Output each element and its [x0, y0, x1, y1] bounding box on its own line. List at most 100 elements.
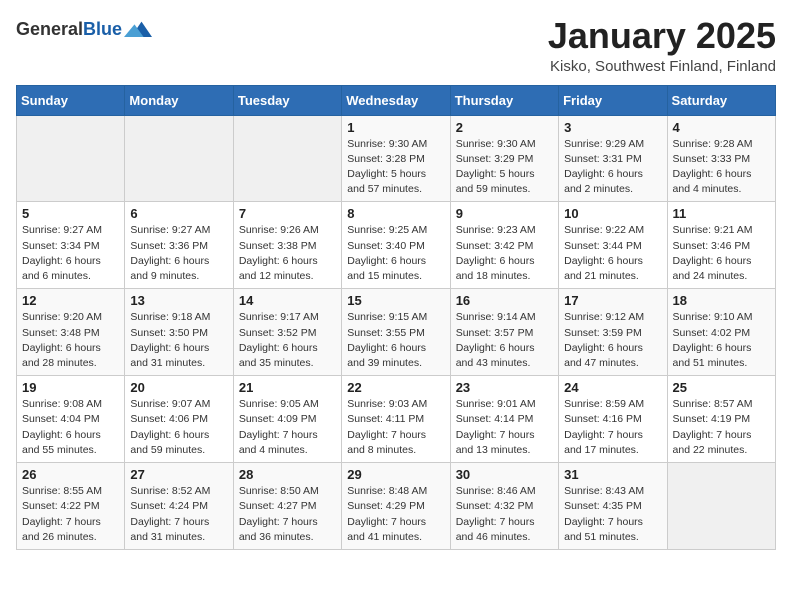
- day-number: 5: [22, 206, 119, 221]
- day-number: 30: [456, 467, 553, 482]
- weekday-header-tuesday: Tuesday: [233, 85, 341, 115]
- day-number: 24: [564, 380, 661, 395]
- day-number: 8: [347, 206, 444, 221]
- calendar-cell: 19Sunrise: 9:08 AM Sunset: 4:04 PM Dayli…: [17, 376, 125, 463]
- day-info: Sunrise: 8:46 AM Sunset: 4:32 PM Dayligh…: [456, 484, 553, 545]
- logo: GeneralBlue: [16, 16, 152, 44]
- day-number: 3: [564, 120, 661, 135]
- day-number: 26: [22, 467, 119, 482]
- calendar-cell: 25Sunrise: 8:57 AM Sunset: 4:19 PM Dayli…: [667, 376, 775, 463]
- header: GeneralBlue January 2025 Kisko, Southwes…: [16, 16, 776, 75]
- weekday-header-sunday: Sunday: [17, 85, 125, 115]
- day-info: Sunrise: 8:52 AM Sunset: 4:24 PM Dayligh…: [130, 484, 227, 545]
- calendar-week-4: 19Sunrise: 9:08 AM Sunset: 4:04 PM Dayli…: [17, 376, 776, 463]
- calendar-cell: 20Sunrise: 9:07 AM Sunset: 4:06 PM Dayli…: [125, 376, 233, 463]
- day-info: Sunrise: 9:25 AM Sunset: 3:40 PM Dayligh…: [347, 223, 444, 284]
- day-info: Sunrise: 9:15 AM Sunset: 3:55 PM Dayligh…: [347, 310, 444, 371]
- day-number: 4: [673, 120, 770, 135]
- day-info: Sunrise: 9:14 AM Sunset: 3:57 PM Dayligh…: [456, 310, 553, 371]
- calendar-cell: 16 Sunrise: 9:14 AM Sunset: 3:57 PM Dayli…: [450, 289, 558, 376]
- day-number: 31: [564, 467, 661, 482]
- day-number: 18: [673, 293, 770, 308]
- day-info: Sunrise: 9:23 AM Sunset: 3:42 PM Dayligh…: [456, 223, 553, 284]
- day-info: Sunrise: 9:26 AM Sunset: 3:38 PM Dayligh…: [239, 223, 336, 284]
- calendar-cell: 11Sunrise: 9:21 AM Sunset: 3:46 PM Dayli…: [667, 202, 775, 289]
- calendar-header: SundayMondayTuesdayWednesdayThursdayFrid…: [17, 85, 776, 115]
- day-number: 29: [347, 467, 444, 482]
- day-info: Sunrise: 8:59 AM Sunset: 4:16 PM Dayligh…: [564, 397, 661, 458]
- calendar-cell: 9Sunrise: 9:23 AM Sunset: 3:42 PM Daylig…: [450, 202, 558, 289]
- day-info: Sunrise: 9:29 AM Sunset: 3:31 PM Dayligh…: [564, 137, 661, 198]
- day-number: 7: [239, 206, 336, 221]
- calendar-cell: 27 Sunrise: 8:52 AM Sunset: 4:24 PM Dayli…: [125, 463, 233, 550]
- day-info: Sunrise: 9:30 AM Sunset: 3:29 PM Dayligh…: [456, 137, 553, 198]
- calendar-cell: 30 Sunrise: 8:46 AM Sunset: 4:32 PM Dayli…: [450, 463, 558, 550]
- day-number: 27: [130, 467, 227, 482]
- title-block: January 2025 Kisko, Southwest Finland, F…: [548, 16, 776, 75]
- day-number: 13: [130, 293, 227, 308]
- day-number: 12: [22, 293, 119, 308]
- calendar-cell: [233, 115, 341, 202]
- day-number: 6: [130, 206, 227, 221]
- calendar-cell: 15 Sunrise: 9:15 AM Sunset: 3:55 PM Dayli…: [342, 289, 450, 376]
- calendar-cell: 26 Sunrise: 8:55 AM Sunset: 4:22 PM Dayli…: [17, 463, 125, 550]
- weekday-header-saturday: Saturday: [667, 85, 775, 115]
- calendar-cell: 22Sunrise: 9:03 AM Sunset: 4:11 PM Dayli…: [342, 376, 450, 463]
- day-info: Sunrise: 9:18 AM Sunset: 3:50 PM Dayligh…: [130, 310, 227, 371]
- day-info: Sunrise: 9:28 AM Sunset: 3:33 PM Dayligh…: [673, 137, 770, 198]
- day-number: 2: [456, 120, 553, 135]
- calendar-cell: 8 Sunrise: 9:25 AM Sunset: 3:40 PM Daylig…: [342, 202, 450, 289]
- day-info: Sunrise: 9:30 AM Sunset: 3:28 PM Dayligh…: [347, 137, 444, 198]
- calendar-cell: [17, 115, 125, 202]
- location-subtitle: Kisko, Southwest Finland, Finland: [548, 58, 776, 75]
- calendar-week-3: 12 Sunrise: 9:20 AM Sunset: 3:48 PM Dayli…: [17, 289, 776, 376]
- day-info: Sunrise: 9:05 AM Sunset: 4:09 PM Dayligh…: [239, 397, 336, 458]
- day-info: Sunrise: 8:55 AM Sunset: 4:22 PM Dayligh…: [22, 484, 119, 545]
- weekday-header-monday: Monday: [125, 85, 233, 115]
- day-info: Sunrise: 8:57 AM Sunset: 4:19 PM Dayligh…: [673, 397, 770, 458]
- day-number: 1: [347, 120, 444, 135]
- day-info: Sunrise: 8:50 AM Sunset: 4:27 PM Dayligh…: [239, 484, 336, 545]
- logo-blue-text: Blue: [83, 19, 122, 39]
- day-info: Sunrise: 9:17 AM Sunset: 3:52 PM Dayligh…: [239, 310, 336, 371]
- day-number: 11: [673, 206, 770, 221]
- calendar-cell: 5 Sunrise: 9:27 AM Sunset: 3:34 PM Daylig…: [17, 202, 125, 289]
- calendar-cell: 17 Sunrise: 9:12 AM Sunset: 3:59 PM Dayli…: [559, 289, 667, 376]
- calendar-cell: 24 Sunrise: 8:59 AM Sunset: 4:16 PM Dayli…: [559, 376, 667, 463]
- day-number: 15: [347, 293, 444, 308]
- day-info: Sunrise: 9:10 AM Sunset: 4:02 PM Dayligh…: [673, 310, 770, 371]
- weekday-header-friday: Friday: [559, 85, 667, 115]
- calendar-cell: 31Sunrise: 8:43 AM Sunset: 4:35 PM Dayli…: [559, 463, 667, 550]
- calendar-body: 1 Sunrise: 9:30 AM Sunset: 3:28 PM Daylig…: [17, 115, 776, 549]
- day-info: Sunrise: 9:27 AM Sunset: 3:34 PM Dayligh…: [22, 223, 119, 284]
- day-number: 17: [564, 293, 661, 308]
- day-info: Sunrise: 9:20 AM Sunset: 3:48 PM Dayligh…: [22, 310, 119, 371]
- day-number: 22: [347, 380, 444, 395]
- calendar-cell: 1 Sunrise: 9:30 AM Sunset: 3:28 PM Daylig…: [342, 115, 450, 202]
- calendar-week-2: 5 Sunrise: 9:27 AM Sunset: 3:34 PM Daylig…: [17, 202, 776, 289]
- calendar-cell: 21 Sunrise: 9:05 AM Sunset: 4:09 PM Dayli…: [233, 376, 341, 463]
- calendar-cell: 18 Sunrise: 9:10 AM Sunset: 4:02 PM Dayli…: [667, 289, 775, 376]
- calendar-cell: 29 Sunrise: 8:48 AM Sunset: 4:29 PM Dayli…: [342, 463, 450, 550]
- calendar-cell: 7 Sunrise: 9:26 AM Sunset: 3:38 PM Daylig…: [233, 202, 341, 289]
- logo-icon: [124, 16, 152, 44]
- weekday-header-wednesday: Wednesday: [342, 85, 450, 115]
- calendar-cell: 4 Sunrise: 9:28 AM Sunset: 3:33 PM Daylig…: [667, 115, 775, 202]
- day-info: Sunrise: 9:12 AM Sunset: 3:59 PM Dayligh…: [564, 310, 661, 371]
- day-number: 14: [239, 293, 336, 308]
- calendar-week-5: 26 Sunrise: 8:55 AM Sunset: 4:22 PM Dayli…: [17, 463, 776, 550]
- calendar-cell: 3 Sunrise: 9:29 AM Sunset: 3:31 PM Daylig…: [559, 115, 667, 202]
- day-info: Sunrise: 9:22 AM Sunset: 3:44 PM Dayligh…: [564, 223, 661, 284]
- weekday-header-thursday: Thursday: [450, 85, 558, 115]
- calendar-cell: 6Sunrise: 9:27 AM Sunset: 3:36 PM Daylig…: [125, 202, 233, 289]
- calendar-cell: 10Sunrise: 9:22 AM Sunset: 3:44 PM Dayli…: [559, 202, 667, 289]
- calendar-cell: 14 Sunrise: 9:17 AM Sunset: 3:52 PM Dayli…: [233, 289, 341, 376]
- day-number: 21: [239, 380, 336, 395]
- day-number: 16: [456, 293, 553, 308]
- logo-general-text: General: [16, 19, 83, 39]
- day-info: Sunrise: 8:48 AM Sunset: 4:29 PM Dayligh…: [347, 484, 444, 545]
- day-info: Sunrise: 9:07 AM Sunset: 4:06 PM Dayligh…: [130, 397, 227, 458]
- calendar-cell: [125, 115, 233, 202]
- calendar-week-1: 1 Sunrise: 9:30 AM Sunset: 3:28 PM Daylig…: [17, 115, 776, 202]
- day-info: Sunrise: 9:08 AM Sunset: 4:04 PM Dayligh…: [22, 397, 119, 458]
